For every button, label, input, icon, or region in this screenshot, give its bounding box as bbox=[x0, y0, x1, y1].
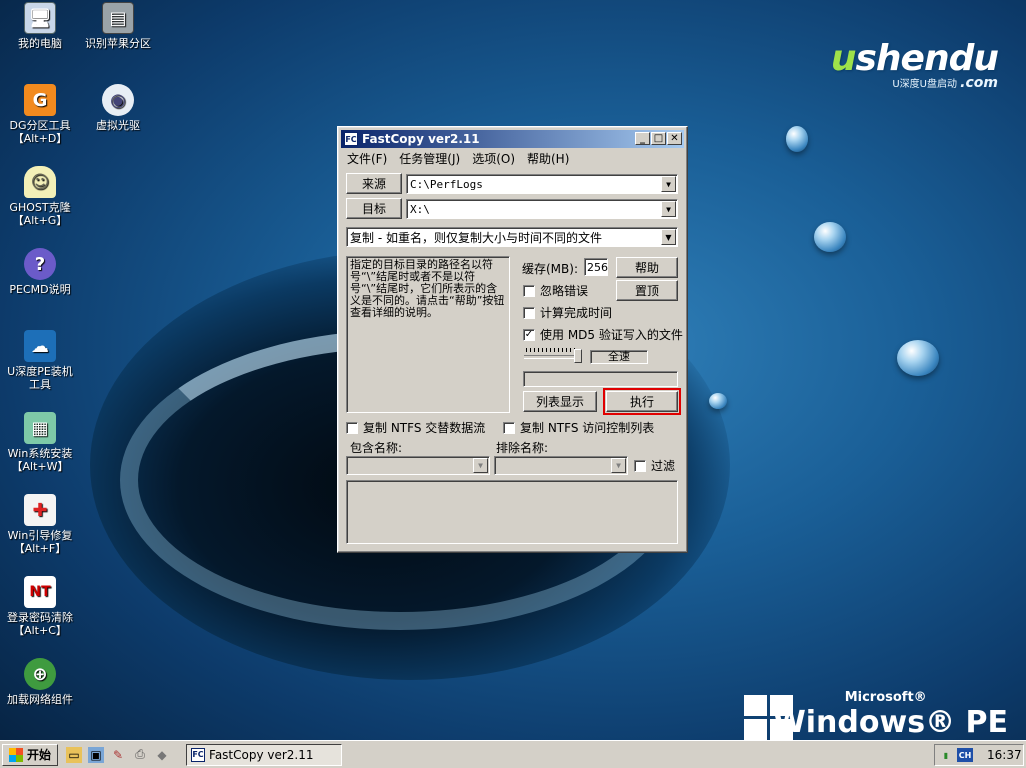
fastcopy-window: FC FastCopy ver2.11 _ □ ✕ 文件(F) 任务管理(J) … bbox=[337, 126, 688, 553]
installer-icon: ☁ bbox=[24, 330, 56, 362]
copy-ntfs-acl-checkbox[interactable]: 复制 NTFS 访问控制列表 bbox=[503, 419, 654, 436]
chevron-down-icon[interactable]: ▼ bbox=[661, 176, 676, 192]
setup-icon: ▦ bbox=[24, 412, 56, 444]
destination-path-combo[interactable]: X:\ ▼ bbox=[406, 199, 678, 219]
globe-icon: ⊕ bbox=[24, 658, 56, 690]
buffer-size-input[interactable]: 256 bbox=[584, 258, 608, 276]
destination-path-value: X:\ bbox=[410, 202, 430, 216]
help-button[interactable]: 帮助 bbox=[616, 257, 678, 278]
system-tray: ▮ CH 16:37 bbox=[934, 744, 1024, 766]
printer-icon[interactable]: ⎙ bbox=[132, 747, 148, 763]
speed-slider-ticks bbox=[526, 348, 578, 352]
buffer-label: 缓存(MB): bbox=[522, 262, 578, 276]
chevron-down-icon[interactable]: ▼ bbox=[661, 229, 676, 245]
network-icon[interactable]: ▮ bbox=[939, 748, 953, 762]
water-drop bbox=[709, 393, 727, 409]
folder-icon[interactable]: ▭ bbox=[66, 746, 83, 763]
taskbar: 开始 ▭ ▣ ✎ ⎙ ◆ FC FastCopy ver2.11 ▮ CH 16… bbox=[0, 740, 1026, 768]
drive-icon: ▤ bbox=[102, 2, 134, 34]
menu-file[interactable]: 文件(F) bbox=[341, 150, 393, 167]
ntpwd-icon: NT bbox=[24, 576, 56, 608]
help-icon: ? bbox=[24, 248, 56, 280]
windows-pe-wordmark: Microsoft® Windows® PE bbox=[772, 690, 1008, 740]
desktop-icon-my-computer[interactable]: 🖥 我的电脑 bbox=[0, 2, 80, 50]
ignore-errors-checkbox[interactable]: 忽略错误 bbox=[523, 282, 588, 299]
checkmark-icon: ✓ bbox=[523, 328, 535, 341]
exclude-name-combo[interactable]: ▼ bbox=[494, 456, 628, 475]
desktop-icon-pe-installer[interactable]: ☁ U深度PE装机 工具 bbox=[0, 330, 80, 391]
first-aid-icon: ✚ bbox=[24, 494, 56, 526]
source-path-combo[interactable]: C:\PerfLogs ▼ bbox=[406, 174, 678, 194]
desktop-icon-network[interactable]: ⊕ 加载网络组件 bbox=[0, 658, 80, 706]
list-view-button[interactable]: 列表显示 bbox=[523, 391, 597, 412]
desktop-icon-password-clear[interactable]: NT 登录密码清除 【Alt+C】 bbox=[0, 576, 80, 637]
source-button[interactable]: 来源 bbox=[346, 173, 402, 194]
desktop-icon-pecmd[interactable]: ? PECMD说明 bbox=[0, 248, 80, 296]
speed-slider-thumb[interactable] bbox=[574, 349, 582, 363]
desktop-icon-apple-partition[interactable]: ▤ 识别苹果分区 bbox=[78, 2, 158, 50]
progress-bar bbox=[523, 371, 678, 387]
desktop-icon-boot-repair[interactable]: ✚ Win引导修复 【Alt+F】 bbox=[0, 494, 80, 555]
picture-icon[interactable]: ▣ bbox=[88, 746, 105, 763]
copy-ntfs-streams-checkbox[interactable]: 复制 NTFS 交替数据流 bbox=[346, 419, 485, 436]
menu-options[interactable]: 选项(O) bbox=[466, 150, 521, 167]
execute-button[interactable]: 执行 bbox=[603, 388, 681, 415]
menu-help[interactable]: 帮助(H) bbox=[521, 150, 575, 167]
water-drop bbox=[814, 222, 846, 252]
top-button[interactable]: 置顶 bbox=[616, 280, 678, 301]
chevron-down-icon[interactable]: ▼ bbox=[473, 458, 488, 473]
include-name-combo[interactable]: ▼ bbox=[346, 456, 490, 475]
fastcopy-app-icon: FC bbox=[191, 747, 206, 762]
tools-icon[interactable]: ✎ bbox=[110, 747, 126, 763]
eraser-icon[interactable]: ◆ bbox=[154, 747, 170, 763]
fastcopy-app-icon: FC bbox=[344, 132, 358, 146]
status-log-area bbox=[346, 480, 678, 544]
quick-launch: ▭ ▣ ✎ ⎙ ◆ bbox=[66, 746, 176, 763]
window-titlebar[interactable]: FC FastCopy ver2.11 _ □ ✕ bbox=[341, 130, 684, 148]
menu-task[interactable]: 任务管理(J) bbox=[393, 150, 466, 167]
ime-icon[interactable]: CH bbox=[957, 748, 973, 762]
ghost-icon: ☺ bbox=[24, 166, 56, 198]
checkbox-box bbox=[634, 459, 646, 472]
copy-mode-value: 复制 - 如重名，则仅复制大小与时间不同的文件 bbox=[350, 230, 602, 245]
diskgenius-icon: G bbox=[24, 84, 56, 116]
ushendu-logo: ushendu U深度U盘启动 .com bbox=[830, 38, 999, 91]
calc-time-checkbox[interactable]: 计算完成时间 bbox=[523, 304, 612, 321]
destination-button[interactable]: 目标 bbox=[346, 198, 402, 219]
chevron-down-icon[interactable]: ▼ bbox=[661, 201, 676, 217]
clock[interactable]: 16:37 bbox=[987, 748, 1022, 762]
filter-checkbox[interactable]: 过滤 bbox=[634, 457, 675, 474]
speed-slider[interactable] bbox=[524, 355, 580, 359]
water-drop bbox=[897, 340, 939, 376]
start-button[interactable]: 开始 bbox=[2, 743, 59, 766]
checkbox-box bbox=[346, 421, 358, 434]
exclude-label: 排除名称: bbox=[496, 441, 549, 455]
checkbox-box bbox=[523, 306, 535, 319]
windows-flag-icon bbox=[9, 747, 23, 762]
checkbox-box bbox=[523, 284, 535, 297]
water-drop bbox=[786, 126, 808, 152]
close-button[interactable]: ✕ bbox=[667, 132, 682, 145]
taskbar-button-fastcopy[interactable]: FC FastCopy ver2.11 bbox=[186, 743, 343, 766]
md5-verify-checkbox[interactable]: ✓ 使用 MD5 验证写入的文件 bbox=[523, 326, 683, 343]
description-panel: 指定的目标目录的路径名以符号“\”结尾时或者不是以符号“\”结尾时，它们所表示的… bbox=[346, 256, 510, 413]
checkbox-box bbox=[503, 421, 515, 434]
speed-label: 全速 bbox=[608, 350, 630, 363]
source-path-value: C:\PerfLogs bbox=[410, 177, 483, 191]
desktop-icon-ghost[interactable]: ☺ GHOST克隆 【Alt+G】 bbox=[0, 166, 80, 227]
maximize-button[interactable]: □ bbox=[651, 132, 666, 145]
minimize-button[interactable]: _ bbox=[635, 132, 650, 145]
chevron-down-icon[interactable]: ▼ bbox=[611, 458, 626, 473]
desktop-icon-virtual-drive[interactable]: ◉ 虚拟光驱 bbox=[78, 84, 158, 132]
desktop-icon-win-install[interactable]: ▦ Win系统安装 【Alt+W】 bbox=[0, 412, 80, 473]
cd-icon: ◉ bbox=[102, 84, 134, 116]
include-label: 包含名称: bbox=[350, 441, 403, 455]
computer-icon: 🖥 bbox=[24, 2, 56, 34]
description-text: 指定的目标目录的路径名以符号“\”结尾时或者不是以符号“\”结尾时，它们所表示的… bbox=[350, 258, 505, 319]
window-title: FastCopy ver2.11 bbox=[362, 132, 480, 146]
copy-mode-select[interactable]: 复制 - 如重名，则仅复制大小与时间不同的文件 ▼ bbox=[346, 227, 678, 247]
desktop-icon-dg-partition[interactable]: G DG分区工具 【Alt+D】 bbox=[0, 84, 80, 145]
menubar: 文件(F) 任务管理(J) 选项(O) 帮助(H) bbox=[341, 149, 684, 167]
speed-label-box: 全速 bbox=[590, 350, 648, 364]
